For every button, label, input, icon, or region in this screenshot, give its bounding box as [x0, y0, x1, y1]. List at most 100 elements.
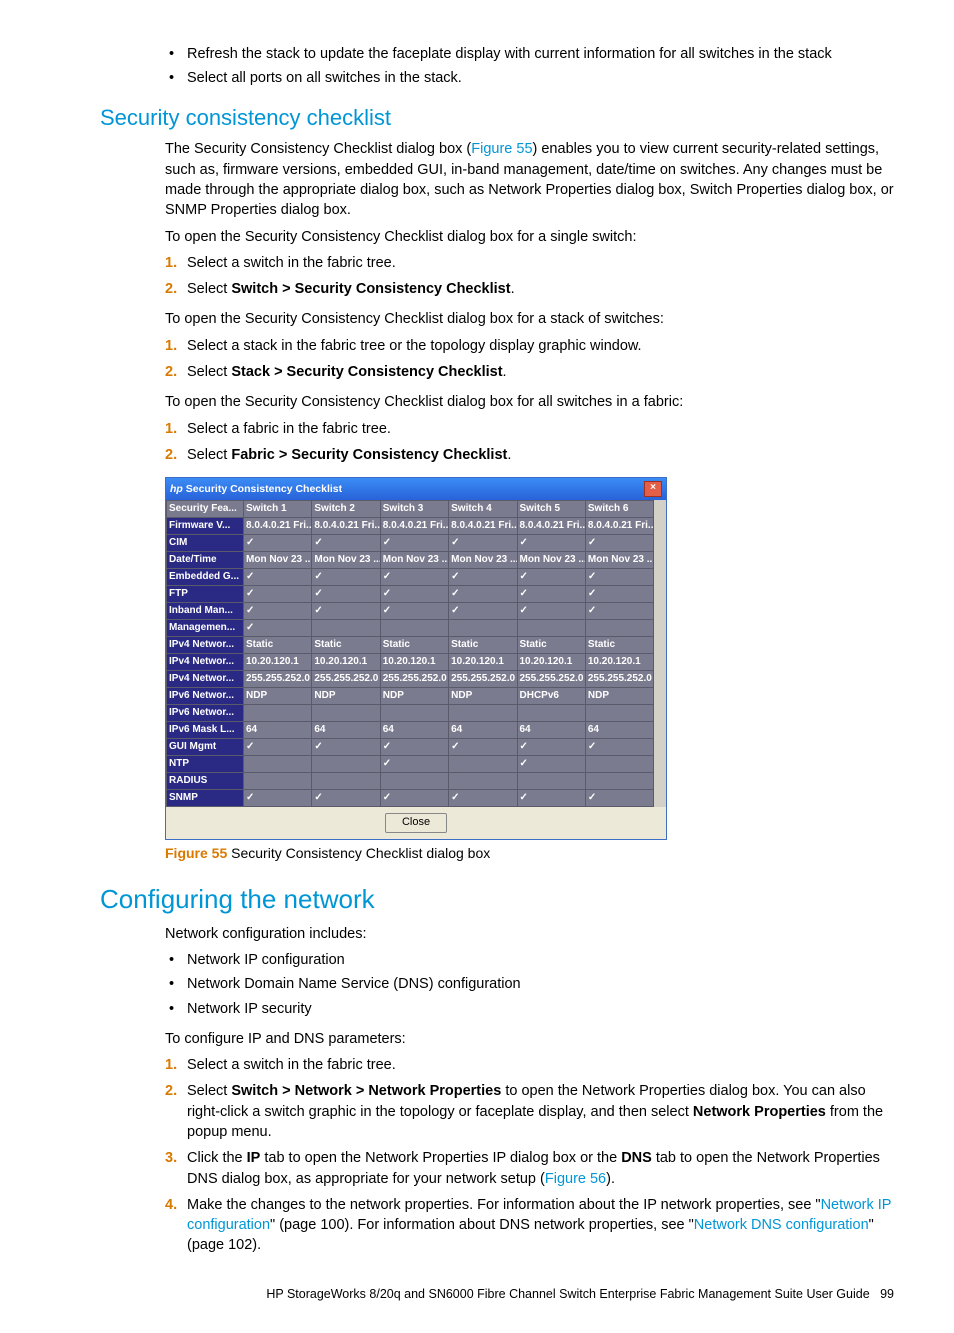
list-item: Refresh the stack to update the faceplat…	[165, 44, 894, 64]
xref-link[interactable]: Network DNS configuration	[694, 1217, 869, 1233]
hp-logo-icon: hp	[170, 483, 186, 495]
cell	[449, 705, 517, 722]
cell: ✓	[517, 586, 585, 603]
row-header: IPv4 Networ...	[167, 637, 244, 654]
figure-link[interactable]: Figure 56	[545, 1171, 606, 1187]
cell: NDP	[244, 688, 312, 705]
cell: ✓	[585, 739, 653, 756]
cell: 64	[517, 722, 585, 739]
table-row: Embedded G...✓✓✓✓✓✓	[167, 569, 654, 586]
cell: ✓	[312, 586, 380, 603]
cell: ✓	[380, 535, 448, 552]
figure-link[interactable]: Figure 55	[471, 141, 532, 157]
cell: 64	[449, 722, 517, 739]
cell: Mon Nov 23 ...	[244, 552, 312, 569]
cell: ✓	[380, 586, 448, 603]
cell: 10.20.120.1	[244, 654, 312, 671]
cell: ✓	[585, 569, 653, 586]
step-item: 2.Select Fabric > Security Consistency C…	[165, 445, 894, 465]
figure-caption: Figure 55 Security Consistency Checklist…	[165, 844, 894, 864]
cell: ✓	[449, 535, 517, 552]
row-header: Firmware V...	[167, 518, 244, 535]
cell: Static	[449, 637, 517, 654]
col-header: Switch 2	[312, 501, 380, 518]
step-item: 2.Select Stack > Security Consistency Ch…	[165, 362, 894, 382]
table-row: NTP✓✓	[167, 756, 654, 773]
cell: Mon Nov 23 ...	[380, 552, 448, 569]
step-item: 4.Make the changes to the network proper…	[165, 1195, 894, 1256]
cell: 8.0.4.0.21 Fri...	[585, 518, 653, 535]
cell: NDP	[585, 688, 653, 705]
col-header: Switch 1	[244, 501, 312, 518]
table-row: GUI Mgmt✓✓✓✓✓✓	[167, 739, 654, 756]
step-item: 2.Select Switch > Network > Network Prop…	[165, 1081, 894, 1142]
cell: ✓	[517, 790, 585, 807]
body-text: To open the Security Consistency Checkli…	[165, 227, 894, 247]
cell	[449, 620, 517, 637]
step-item: 1.Select a fabric in the fabric tree.	[165, 419, 894, 439]
cell: ✓	[312, 535, 380, 552]
table-row: SNMP✓✓✓✓✓✓	[167, 790, 654, 807]
table-row: IPv4 Networ...255.255.252.0255.255.252.0…	[167, 671, 654, 688]
body-text: Network configuration includes:	[165, 924, 894, 944]
table-row: IPv6 Networ...NDPNDPNDPNDPDHCPv6NDP	[167, 688, 654, 705]
cell: 255.255.252.0	[312, 671, 380, 688]
cell: ✓	[449, 586, 517, 603]
close-icon[interactable]: ×	[644, 481, 662, 497]
list-item: Select all ports on all switches in the …	[165, 68, 894, 88]
vertical-scrollbar[interactable]	[654, 500, 666, 807]
close-button[interactable]: Close	[385, 813, 447, 832]
cell: ✓	[312, 569, 380, 586]
col-header: Switch 6	[585, 501, 653, 518]
dialog-security-checklist: hp Security Consistency Checklist × Secu…	[165, 477, 667, 839]
cell: Mon Nov 23 ...	[517, 552, 585, 569]
cell	[380, 773, 448, 790]
cell: 255.255.252.0	[244, 671, 312, 688]
cell: ✓	[244, 739, 312, 756]
table-row: Inband Man...✓✓✓✓✓✓	[167, 603, 654, 620]
cell: ✓	[312, 603, 380, 620]
cell	[312, 705, 380, 722]
table-row: IPv6 Networ...	[167, 705, 654, 722]
cell	[517, 620, 585, 637]
cell: ✓	[312, 739, 380, 756]
cell: 10.20.120.1	[517, 654, 585, 671]
row-header: IPv6 Networ...	[167, 705, 244, 722]
body-text: The Security Consistency Checklist dialo…	[165, 139, 894, 220]
body-text: To configure IP and DNS parameters:	[165, 1029, 894, 1049]
steps-single-switch: 1.Select a switch in the fabric tree. 2.…	[165, 253, 894, 300]
row-header: NTP	[167, 756, 244, 773]
cell: 255.255.252.0	[449, 671, 517, 688]
col-header: Switch 4	[449, 501, 517, 518]
row-header: FTP	[167, 586, 244, 603]
cell: Mon Nov 23 ...	[585, 552, 653, 569]
table-row: Date/TimeMon Nov 23 ...Mon Nov 23 ...Mon…	[167, 552, 654, 569]
cell: Static	[244, 637, 312, 654]
cell: ✓	[585, 535, 653, 552]
table-row: CIM✓✓✓✓✓✓	[167, 535, 654, 552]
cell: ✓	[244, 603, 312, 620]
cell	[312, 773, 380, 790]
cell: ✓	[380, 790, 448, 807]
cell: Static	[380, 637, 448, 654]
row-header: IPv6 Networ...	[167, 688, 244, 705]
row-header: IPv6 Mask L...	[167, 722, 244, 739]
section-heading-network: Configuring the network	[100, 881, 894, 917]
cell	[380, 620, 448, 637]
cell: 255.255.252.0	[517, 671, 585, 688]
cell: 64	[380, 722, 448, 739]
cell: ✓	[585, 586, 653, 603]
cell: ✓	[585, 790, 653, 807]
cell: 10.20.120.1	[312, 654, 380, 671]
cell	[244, 756, 312, 773]
cell	[244, 705, 312, 722]
cell	[517, 705, 585, 722]
cell: ✓	[449, 739, 517, 756]
table-row: IPv6 Mask L...646464646464	[167, 722, 654, 739]
cell: ✓	[380, 756, 448, 773]
cell: ✓	[244, 620, 312, 637]
cell	[312, 756, 380, 773]
step-item: 3.Click the IP tab to open the Network P…	[165, 1148, 894, 1189]
step-item: 1.Select a switch in the fabric tree.	[165, 1055, 894, 1075]
steps-stack: 1.Select a stack in the fabric tree or t…	[165, 336, 894, 383]
